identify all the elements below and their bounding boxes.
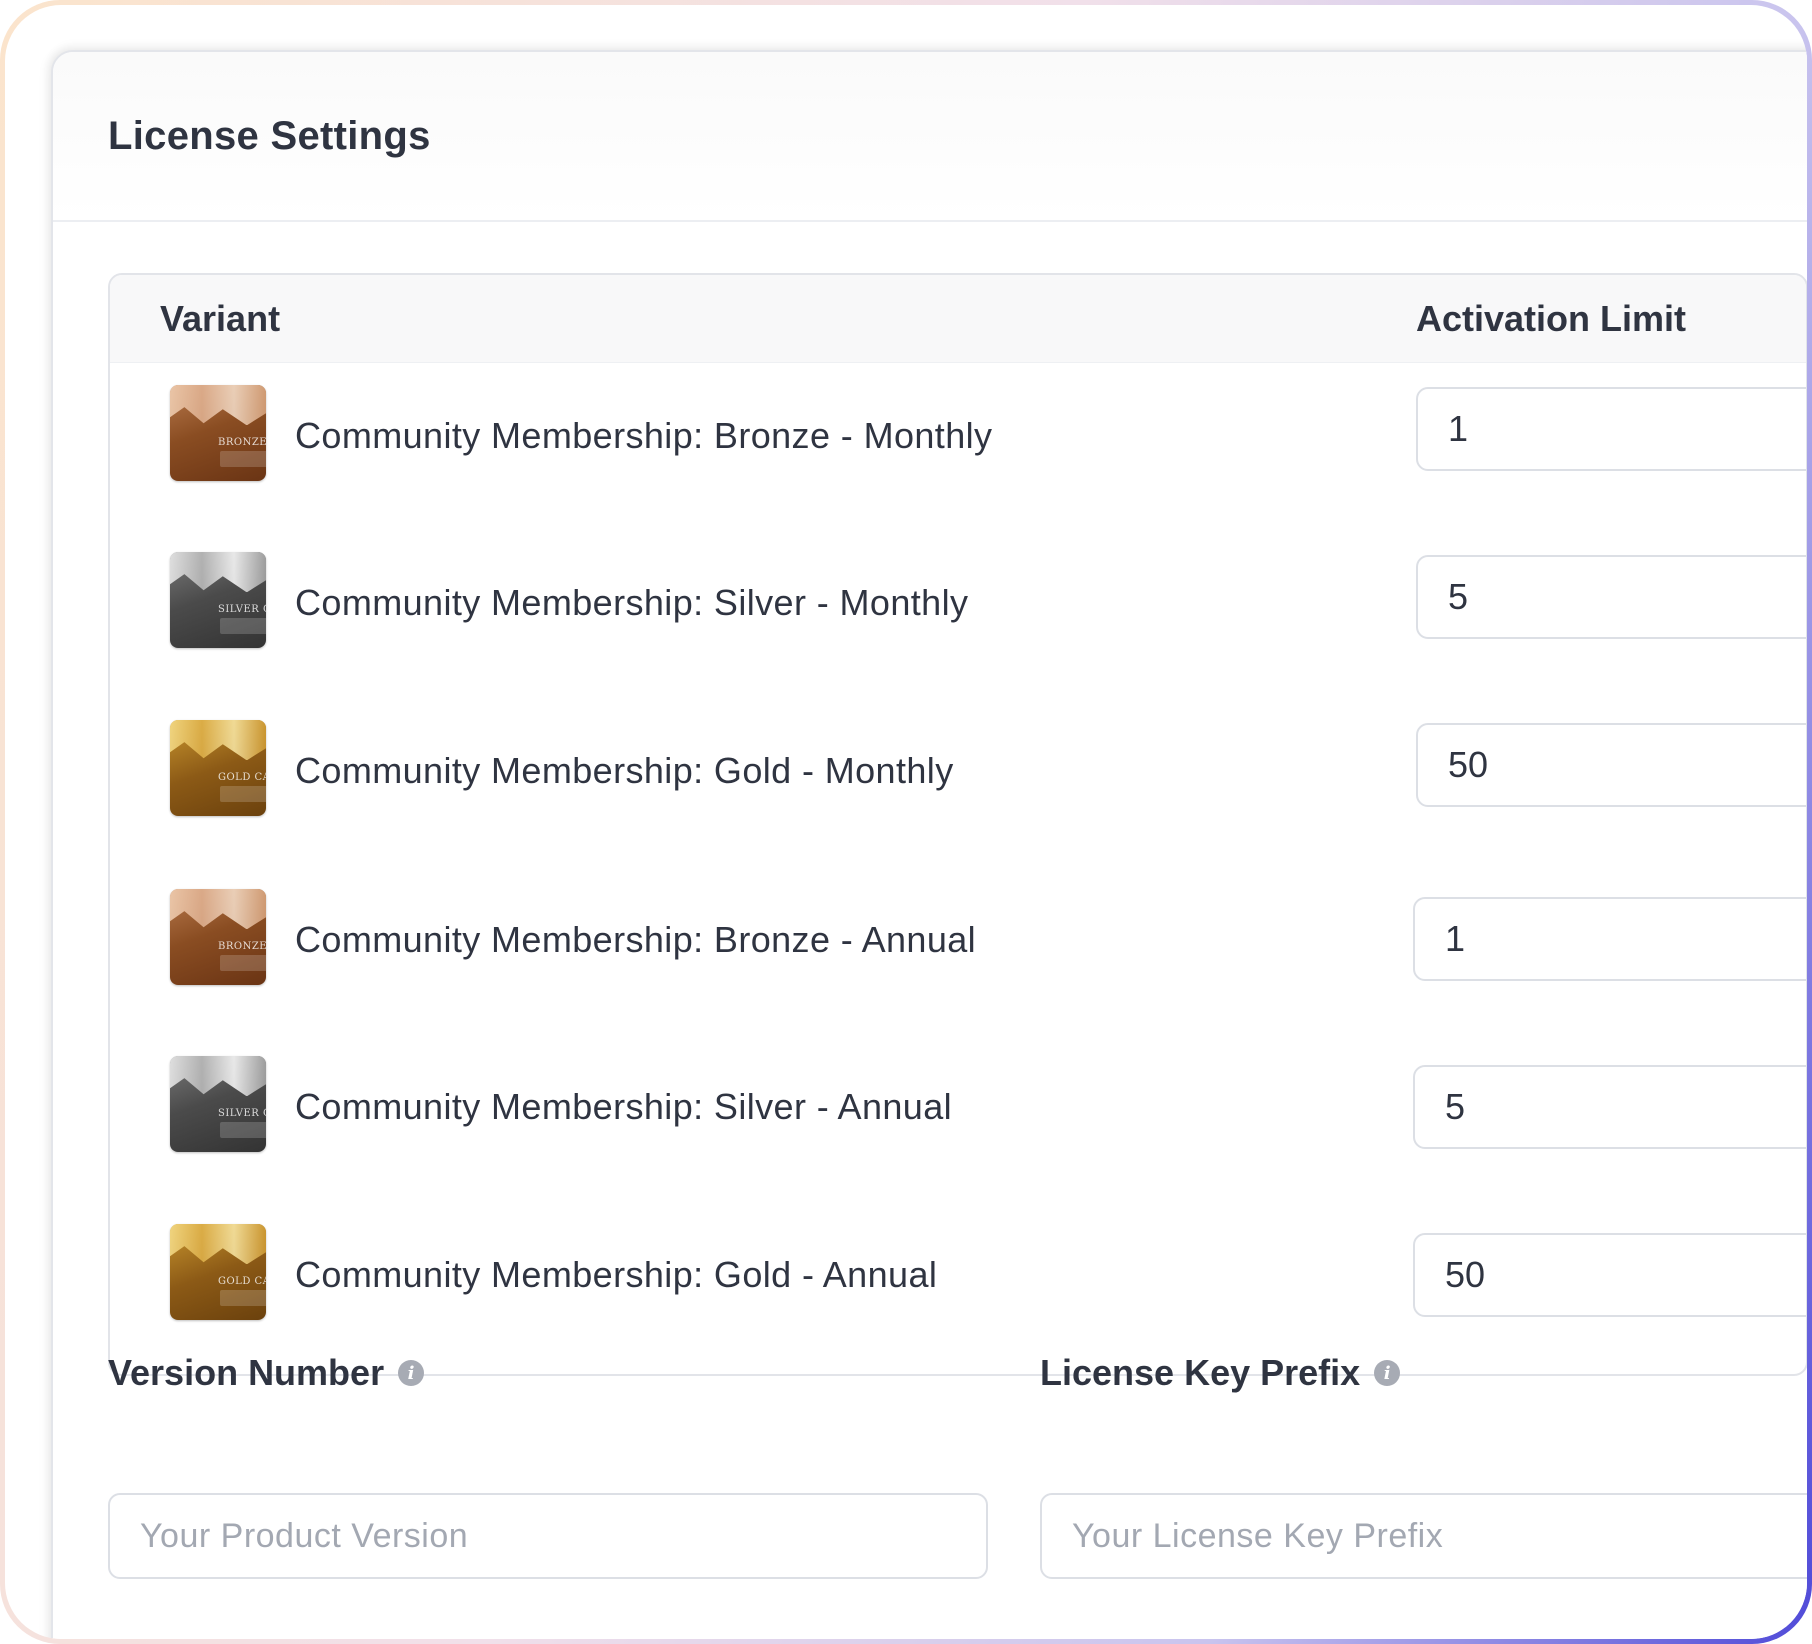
version-number-label-text: Version Number (108, 1352, 385, 1393)
variant-name: Community Membership: Silver - Annual (295, 1086, 953, 1127)
activation-limit-input[interactable]: 1 (1416, 387, 1806, 471)
license-key-prefix-label: License Key Prefix i (1040, 1352, 1401, 1394)
window-frame: License Settings Variant Activation Limi… (0, 0, 1812, 1644)
version-number-input[interactable]: Your Product Version (108, 1493, 988, 1579)
table-row: BRONZE CARD Community Membership: Bronze… (110, 362, 1806, 530)
license-settings-card: License Settings Variant Activation Limi… (51, 50, 1807, 1639)
table-row: SILVER CARD Community Membership: Silver… (110, 1034, 1806, 1202)
info-icon[interactable]: i (398, 1360, 425, 1386)
table-row: BRONZE CARD Community Membership: Bronze… (110, 866, 1806, 1034)
card-header: License Settings (53, 52, 1807, 222)
activation-limit-input[interactable]: 50 (1416, 723, 1806, 807)
variant-name: Community Membership: Gold - Monthly (295, 750, 954, 791)
table-row: SILVER CARD Community Membership: Silver… (110, 530, 1806, 698)
variant-name: Community Membership: Gold - Annual (295, 1254, 938, 1295)
column-header-variant: Variant (160, 297, 281, 339)
activation-limit-input[interactable]: 5 (1416, 555, 1806, 639)
activation-limit-input[interactable]: 5 (1413, 1065, 1806, 1149)
activation-limit-input[interactable]: 1 (1413, 897, 1806, 981)
version-number-label: Version Number i (108, 1352, 425, 1394)
gold-card-image: GOLD CARD (170, 1224, 266, 1320)
thumb-text: GOLD CARD (218, 1276, 266, 1287)
info-icon[interactable]: i (1374, 1360, 1401, 1386)
activation-limit-input[interactable]: 50 (1413, 1233, 1806, 1317)
thumb-text: SILVER CARD (218, 1108, 266, 1119)
thumb-text: BRONZE CARD (218, 437, 266, 448)
variants-table: Variant Activation Limit BRONZE CARD Com… (108, 273, 1807, 1376)
variant-name: Community Membership: Bronze - Annual (295, 919, 977, 960)
silver-card-image: SILVER CARD (170, 552, 266, 648)
license-key-prefix-label-text: License Key Prefix (1040, 1352, 1361, 1393)
variant-name: Community Membership: Silver - Monthly (295, 582, 969, 623)
gold-card-image: GOLD CARD (170, 720, 266, 816)
silver-card-image: SILVER CARD (170, 1056, 266, 1152)
table-header: Variant Activation Limit (110, 275, 1806, 363)
table-row: GOLD CARD Community Membership: Gold - A… (110, 1202, 1806, 1370)
thumb-text: SILVER CARD (218, 604, 266, 615)
thumb-text: GOLD CARD (218, 772, 266, 783)
column-header-activation-limit: Activation Limit (1416, 297, 1687, 339)
bronze-card-image: BRONZE CARD (170, 385, 266, 481)
thumb-text: BRONZE CARD (218, 941, 266, 952)
variant-name: Community Membership: Bronze - Monthly (295, 415, 993, 456)
card-title: License Settings (108, 113, 431, 158)
bronze-card-image: BRONZE CARD (170, 889, 266, 985)
license-key-prefix-input[interactable]: Your License Key Prefix (1040, 1493, 1807, 1579)
table-row: GOLD CARD Community Membership: Gold - M… (110, 698, 1806, 866)
window-content: License Settings Variant Activation Limi… (5, 5, 1807, 1639)
